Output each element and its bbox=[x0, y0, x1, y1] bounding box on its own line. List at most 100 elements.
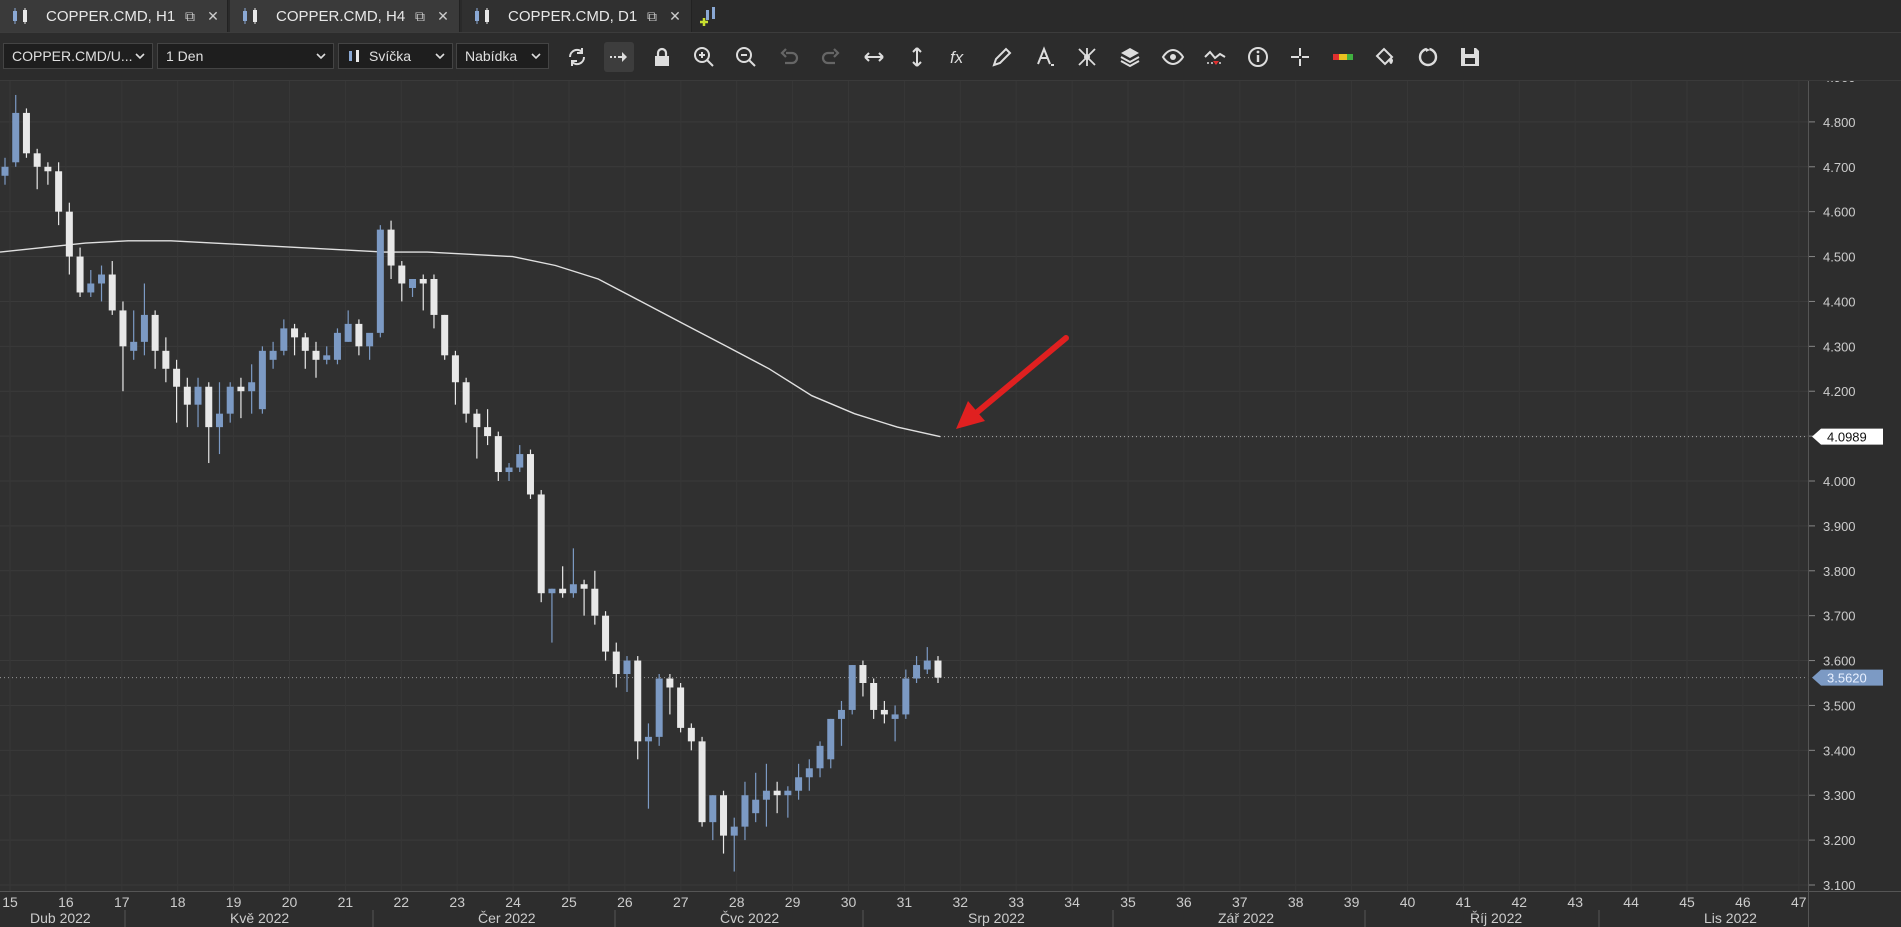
last-price-tag: 3.5620 bbox=[1812, 669, 1883, 686]
candle bbox=[837, 700, 845, 746]
candle-body bbox=[87, 283, 95, 293]
visibility-button[interactable] bbox=[1158, 42, 1188, 72]
y-tick-label: 4.300 bbox=[1823, 339, 1856, 354]
candle bbox=[280, 319, 288, 356]
tab-label: COPPER.CMD, H1 bbox=[46, 7, 176, 25]
x-week-label: 24 bbox=[505, 894, 521, 910]
x-week-label: 31 bbox=[897, 894, 913, 910]
symbol-select[interactable]: COPPER.CMD/U... bbox=[3, 43, 153, 69]
detach-icon[interactable]: ⧉ bbox=[182, 8, 198, 24]
eye-icon bbox=[1161, 48, 1185, 66]
candle-body bbox=[226, 386, 234, 414]
chevron-down-icon bbox=[316, 53, 326, 60]
candle-body bbox=[902, 678, 910, 715]
candle-body bbox=[526, 454, 534, 495]
tab-label: COPPER.CMD, D1 bbox=[508, 7, 638, 25]
y-tick-label: 4.000 bbox=[1823, 474, 1856, 489]
horizontal-arrow-icon bbox=[864, 52, 884, 62]
candle-body bbox=[516, 454, 524, 468]
candle-body bbox=[430, 279, 438, 315]
save-button[interactable] bbox=[1455, 42, 1485, 72]
lock-button[interactable] bbox=[647, 42, 677, 72]
price-side-select[interactable]: Nabídka bbox=[456, 43, 549, 69]
candle bbox=[473, 409, 481, 459]
text-tool-button[interactable] bbox=[1030, 42, 1060, 72]
refresh-button[interactable] bbox=[562, 42, 592, 72]
close-icon[interactable]: ✕ bbox=[205, 8, 221, 24]
candle-body bbox=[880, 709, 888, 715]
period-select[interactable]: 1 Den bbox=[157, 43, 334, 69]
candle-body bbox=[602, 615, 610, 652]
candle-body bbox=[451, 355, 459, 383]
chart-type-select[interactable]: Svíčka bbox=[338, 43, 453, 69]
undo-button[interactable] bbox=[774, 42, 804, 72]
ruler-icon bbox=[1333, 54, 1353, 60]
y-tick-label: 3.200 bbox=[1823, 833, 1856, 848]
candle-body bbox=[130, 341, 138, 351]
reset-button[interactable] bbox=[1413, 42, 1443, 72]
candle-body bbox=[784, 790, 792, 796]
candle bbox=[333, 328, 341, 365]
tab-copper-h4[interactable]: COPPER.CMD, H4 ⧉ ✕ bbox=[230, 0, 460, 32]
candle bbox=[644, 723, 652, 809]
price-chart[interactable] bbox=[0, 81, 1808, 891]
candle-body bbox=[655, 678, 663, 737]
redo-icon bbox=[821, 48, 840, 65]
x-week-label: 18 bbox=[170, 894, 186, 910]
x-week-label: 34 bbox=[1064, 894, 1080, 910]
price-axis[interactable]: 4.900 4.800 4.700 4.600 4.500 4.400 4.300 4.200… bbox=[1808, 81, 1901, 891]
close-icon[interactable]: ✕ bbox=[435, 8, 451, 24]
zoom-in-button[interactable] bbox=[689, 42, 719, 72]
candle bbox=[258, 346, 266, 414]
candle bbox=[237, 377, 245, 419]
candle-body bbox=[258, 350, 266, 410]
x-week-label: 17 bbox=[114, 894, 130, 910]
signal-icon bbox=[1204, 50, 1226, 65]
info-button[interactable] bbox=[1243, 42, 1273, 72]
draw-button[interactable] bbox=[987, 42, 1017, 72]
x-week-label: 20 bbox=[282, 894, 298, 910]
fit-horizontal-button[interactable] bbox=[859, 42, 889, 72]
candle bbox=[108, 261, 116, 315]
tab-copper-d1[interactable]: COPPER.CMD, D1 ⧉ ✕ bbox=[462, 0, 692, 32]
candle bbox=[762, 763, 770, 827]
zoom-out-button[interactable] bbox=[731, 42, 761, 72]
signals-button[interactable] bbox=[1200, 42, 1230, 72]
candle-body bbox=[537, 494, 545, 594]
indicators-button[interactable]: fx bbox=[945, 42, 975, 72]
detach-icon[interactable]: ⧉ bbox=[644, 8, 660, 24]
x-week-label: 42 bbox=[1512, 894, 1528, 910]
shift-chart-button[interactable] bbox=[604, 42, 634, 72]
x-week-label: 38 bbox=[1288, 894, 1304, 910]
candle bbox=[902, 669, 910, 719]
x-week-label: 16 bbox=[58, 894, 74, 910]
candle bbox=[451, 350, 459, 405]
close-icon[interactable]: ✕ bbox=[667, 8, 683, 24]
candle-body bbox=[612, 651, 620, 675]
tab-bar: COPPER.CMD, H1 ⧉ ✕ COPPER.CMD, H4 ⧉ ✕ CO… bbox=[0, 0, 1901, 33]
candle-body bbox=[634, 660, 642, 742]
candle-body bbox=[140, 314, 148, 342]
tab-copper-h1[interactable]: COPPER.CMD, H1 ⧉ ✕ bbox=[0, 0, 228, 32]
candle bbox=[677, 683, 685, 733]
candle-body bbox=[666, 678, 674, 688]
pattern-button[interactable] bbox=[1072, 42, 1102, 72]
candle-body bbox=[848, 665, 856, 710]
redo-button[interactable] bbox=[816, 42, 846, 72]
fit-vertical-button[interactable] bbox=[902, 42, 932, 72]
candle-body bbox=[548, 588, 556, 594]
candle bbox=[784, 786, 792, 818]
candle-body bbox=[291, 328, 299, 338]
candle-body bbox=[280, 328, 288, 351]
candle-body bbox=[827, 718, 835, 760]
crosshair-button[interactable] bbox=[1285, 42, 1315, 72]
ruler-button[interactable] bbox=[1328, 42, 1358, 72]
add-chart-icon[interactable] bbox=[700, 4, 724, 28]
candle bbox=[33, 148, 41, 190]
candle-body bbox=[730, 826, 738, 836]
paint-button[interactable] bbox=[1370, 42, 1400, 72]
x-week-label: 39 bbox=[1344, 894, 1360, 910]
detach-icon[interactable]: ⧉ bbox=[412, 8, 428, 24]
time-axis[interactable]: 15 16 17 18 19 20 21 22 23 24 25 26 27 28 29 30 31 32 33 34… bbox=[0, 891, 1808, 927]
layers-button[interactable] bbox=[1115, 42, 1145, 72]
